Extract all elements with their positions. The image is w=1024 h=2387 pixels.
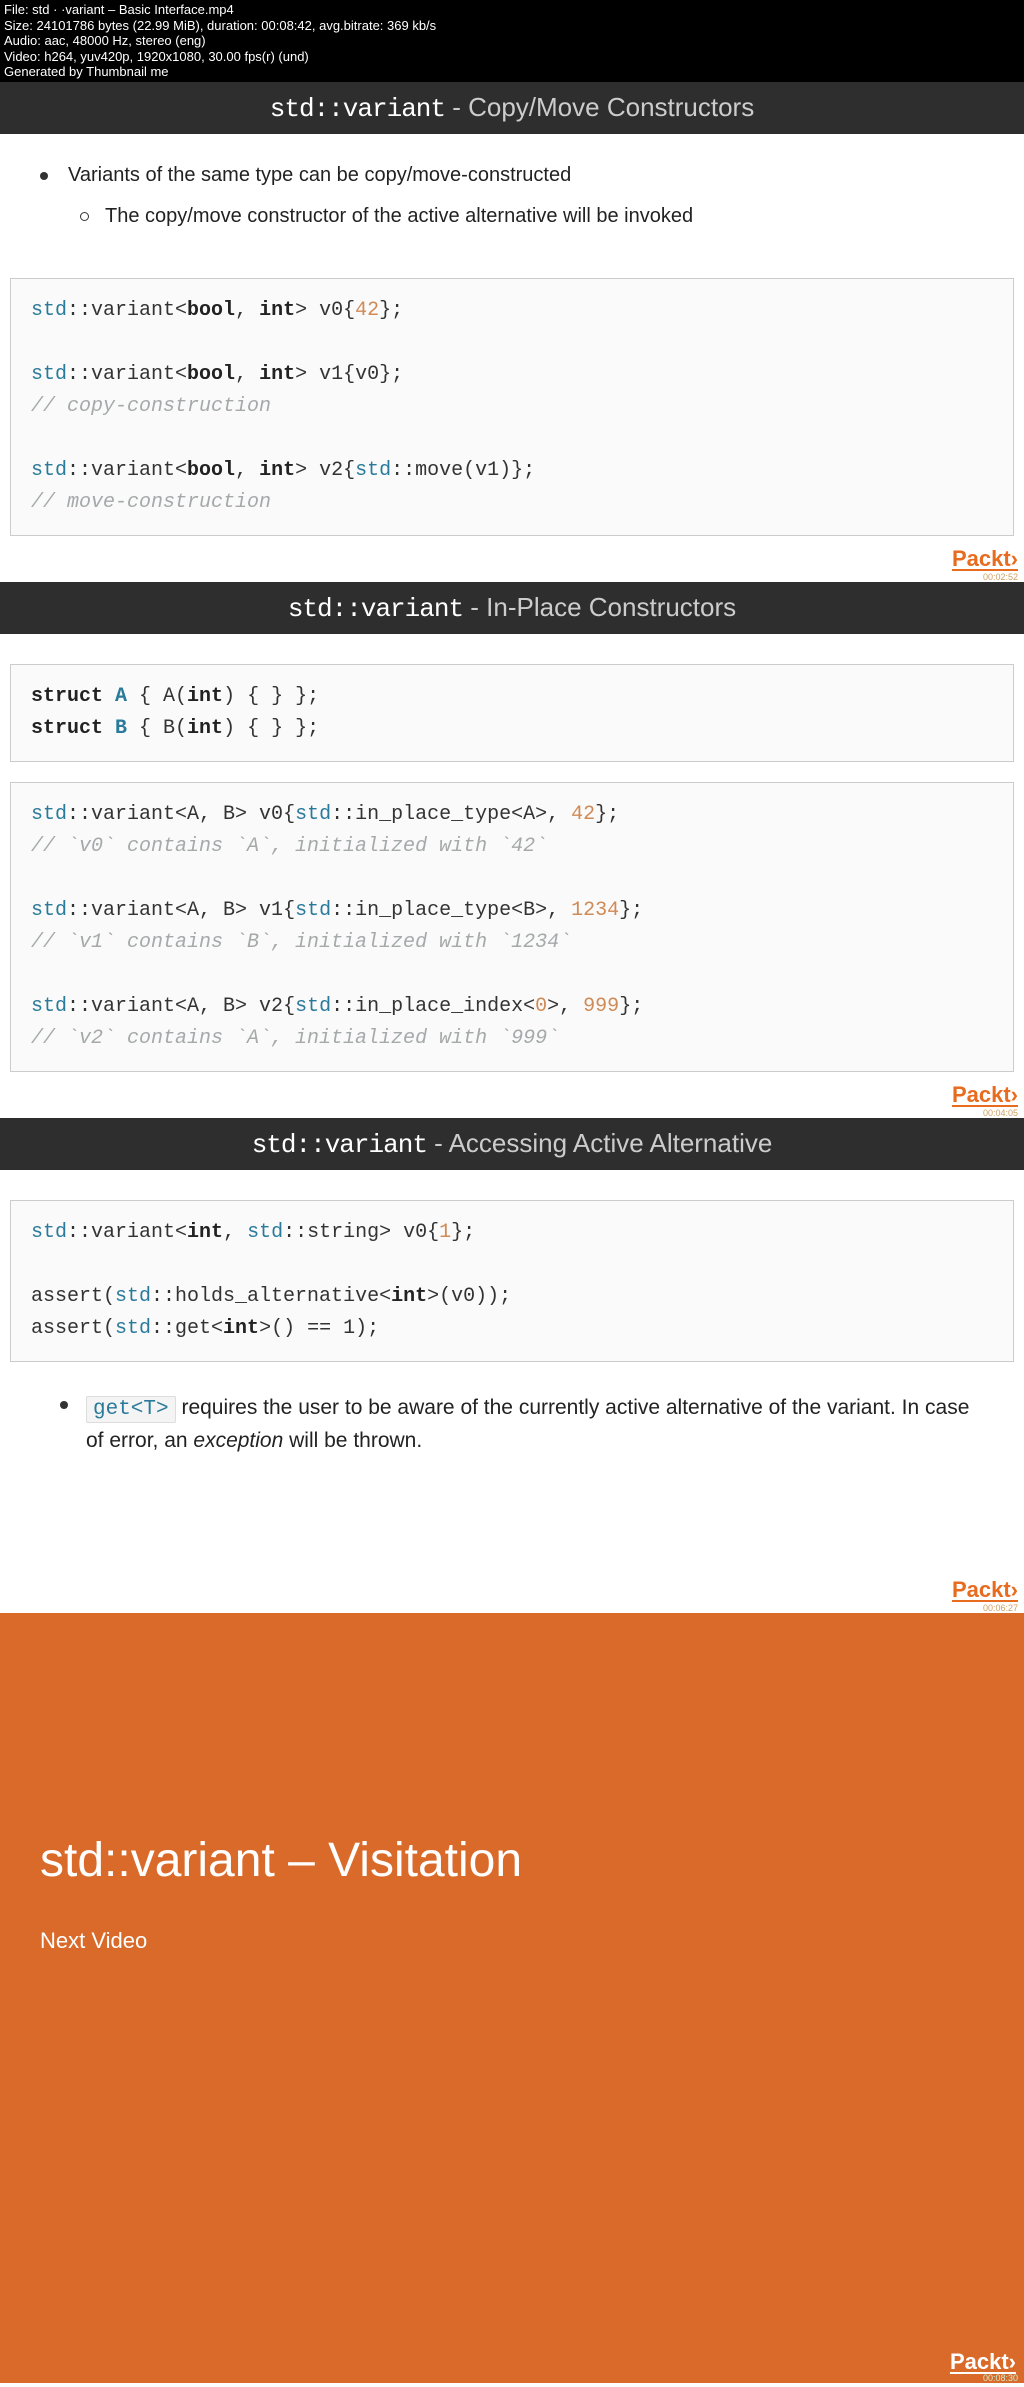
meta-line: Video: h264, yuv420p, 1920x1080, 30.00 f… [4, 49, 1020, 65]
inline-code: get<T> [86, 1396, 176, 1423]
note-text: get<T> requires the user to be aware of … [86, 1392, 974, 1457]
packt-logo: Packt› [952, 1082, 1018, 1107]
packt-logo: Packt› [950, 2349, 1016, 2375]
title-code: std::variant [252, 1130, 427, 1160]
timestamp: 00:02:52 [0, 572, 1018, 582]
note-bullet: get<T> requires the user to be aware of … [0, 1372, 1024, 1497]
bullet-circle-icon [80, 212, 89, 221]
title-code: std::variant [270, 94, 445, 124]
bullet-level-1: Variants of the same type can be copy/mo… [40, 164, 984, 187]
brand-row: Packt› 00:04:05 [0, 1082, 1024, 1118]
title-code: std::variant [288, 594, 463, 624]
section-title-accessing: std::variant - Accessing Active Alternat… [0, 1118, 1024, 1170]
bullet-dot-icon [60, 1401, 68, 1409]
content-block-1: Variants of the same type can be copy/mo… [0, 134, 1024, 258]
next-video-title: std::variant – Visitation [40, 1833, 984, 1888]
section-title-copymove: std::variant - Copy/Move Constructors [0, 82, 1024, 134]
meta-line: Generated by Thumbnail me [4, 64, 1020, 80]
bullet-level-2: The copy/move constructor of the active … [80, 205, 984, 228]
code-block-accessing: std::variant<int, std::string> v0{1}; as… [10, 1200, 1014, 1362]
timestamp: 00:04:05 [0, 1108, 1018, 1118]
code-block-inplace: std::variant<A, B> v0{std::in_place_type… [10, 782, 1014, 1072]
meta-line: Audio: aac, 48000 Hz, stereo (eng) [4, 33, 1020, 49]
packt-logo: Packt› [952, 546, 1018, 571]
title-text: - Accessing Active Alternative [427, 1128, 772, 1158]
bullet-text: Variants of the same type can be copy/mo… [68, 164, 571, 187]
title-text: - In-Place Constructors [463, 592, 736, 622]
file-metadata: File: std · ·variant – Basic Interface.m… [0, 0, 1024, 82]
code-block-copymove: std::variant<bool, int> v0{42}; std::var… [10, 278, 1014, 536]
meta-line: Size: 24101786 bytes (22.99 MiB), durati… [4, 18, 1020, 34]
title-text: - Copy/Move Constructors [445, 92, 754, 122]
section-title-inplace: std::variant - In-Place Constructors [0, 582, 1024, 634]
next-video-slide: std::variant – Visitation Next Video Pac… [0, 1613, 1024, 2383]
brand-row: Packt› 00:06:27 [0, 1577, 1024, 1613]
packt-logo: Packt› [952, 1577, 1018, 1602]
meta-line: File: std · ·variant – Basic Interface.m… [4, 2, 1020, 18]
next-video-subtitle: Next Video [40, 1928, 984, 1954]
brand-row: Packt› 00:02:52 [0, 546, 1024, 582]
bullet-dot-icon [40, 172, 48, 180]
timestamp: 00:08:30 [983, 2373, 1018, 2383]
code-block-structs: struct A { A(int) { } }; struct B { B(in… [10, 664, 1014, 762]
bullet-text: The copy/move constructor of the active … [105, 205, 693, 228]
timestamp: 00:06:27 [0, 1603, 1018, 1613]
